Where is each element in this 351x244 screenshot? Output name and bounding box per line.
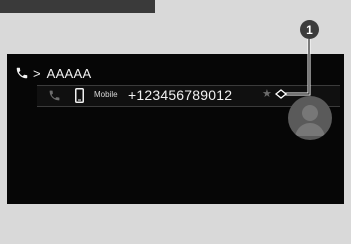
call-icon[interactable] [48,89,61,102]
phone-screen: > AAAAA Mobile +123456789012 ★ [7,54,344,204]
top-tab [0,0,155,13]
breadcrumb-separator: > [33,65,41,81]
phone-icon [16,67,28,79]
phone-number: +123456789012 [128,87,233,103]
mobile-phone-icon [75,88,84,103]
breadcrumb: > AAAAA [15,64,91,82]
contact-avatar-icon [288,96,332,140]
contact-name: AAAAA [46,65,92,81]
callout-badge: 1 [300,20,319,39]
star-icon[interactable]: ★ [262,87,272,100]
number-type-label: Mobile [94,90,118,99]
